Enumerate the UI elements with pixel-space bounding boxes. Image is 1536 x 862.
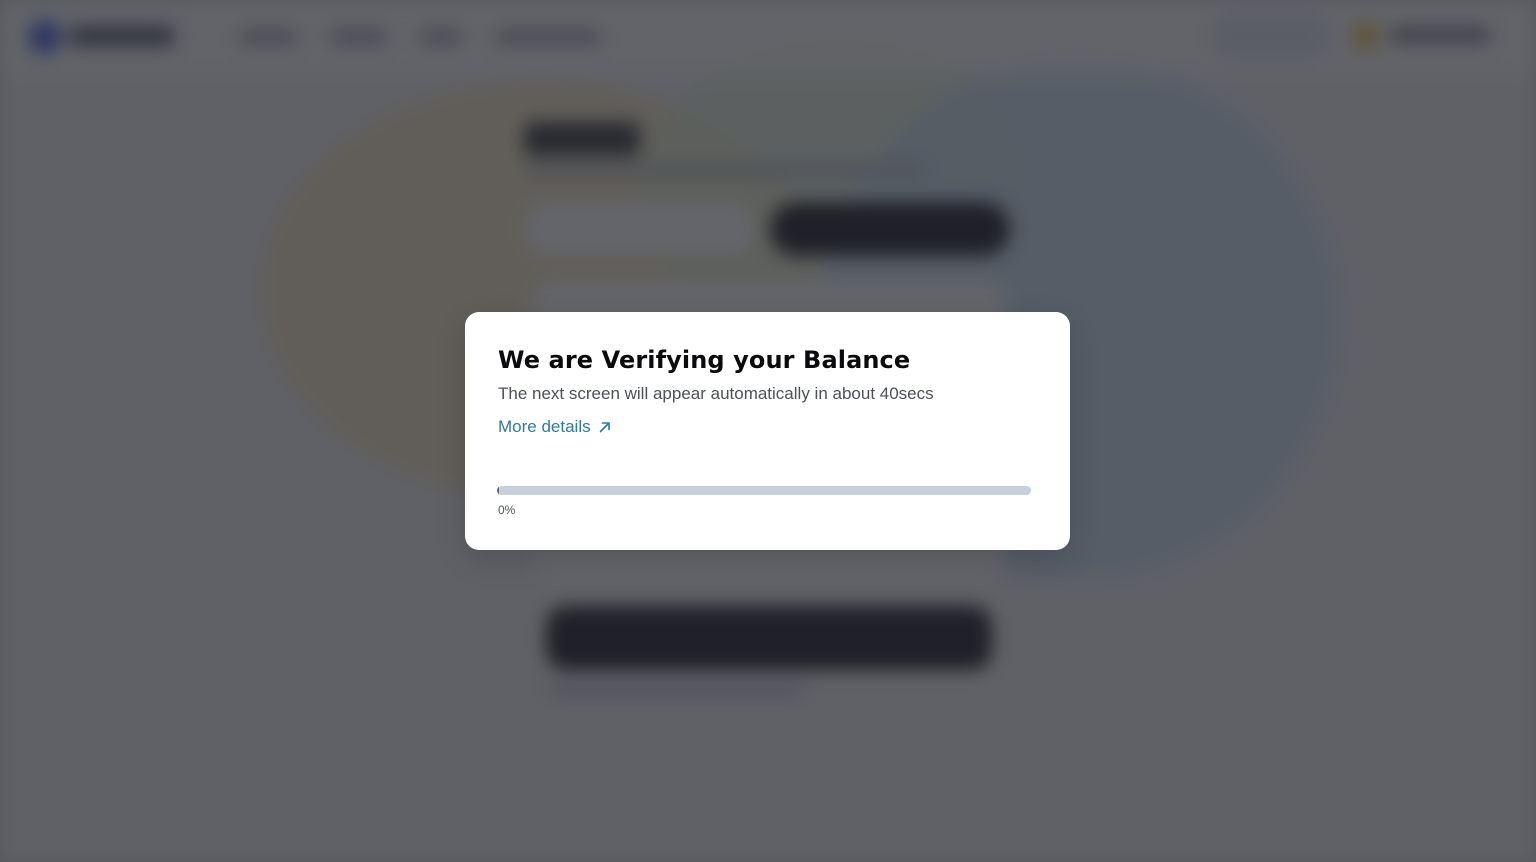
- progress-percent-label: 0%: [498, 503, 516, 517]
- modal-subtitle: The next screen will appear automaticall…: [498, 384, 934, 403]
- progress-bar: [497, 486, 1031, 495]
- arrow-up-right-icon: [599, 422, 610, 433]
- more-details-label: More details: [498, 417, 591, 436]
- modal-title: We are Verifying your Balance: [498, 346, 911, 374]
- verification-modal: We are Verifying your Balance The next s…: [465, 312, 1070, 550]
- progress-bar-fill: [497, 486, 499, 495]
- more-details-link[interactable]: More details: [498, 416, 612, 438]
